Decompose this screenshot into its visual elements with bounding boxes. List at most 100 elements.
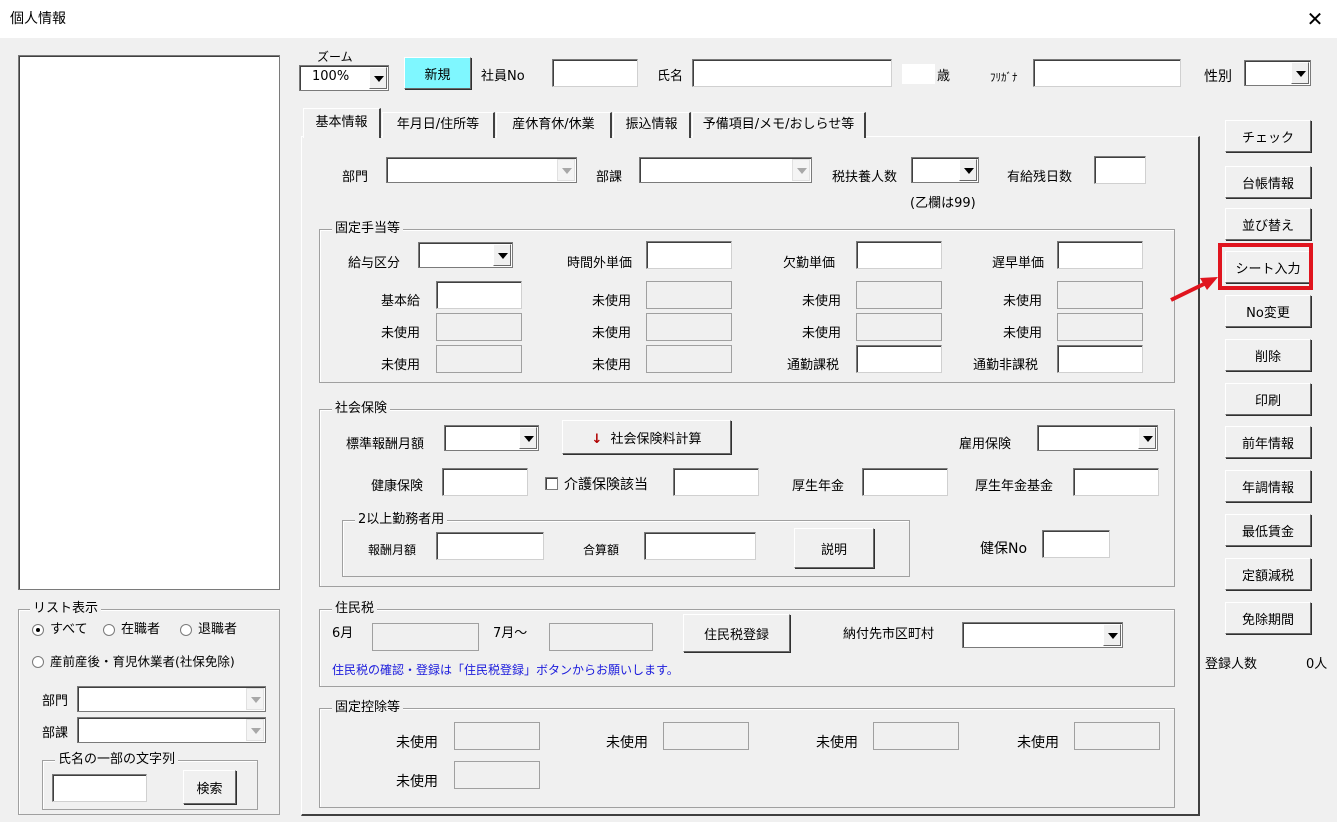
section-combo[interactable] (639, 157, 812, 183)
standard-monthly-combo[interactable] (444, 425, 539, 451)
municipality-combo[interactable] (962, 622, 1123, 648)
commute-nontaxable-label: 通勤非課税 (973, 358, 1039, 373)
min-wage-button[interactable]: 最低賃金 (1225, 514, 1311, 546)
check-button[interactable]: チェック (1225, 120, 1311, 152)
gender-label: 性別 (1204, 69, 1232, 85)
base-pay-input[interactable] (436, 281, 522, 309)
unused-label: 未使用 (606, 735, 648, 751)
furigana-input[interactable] (1033, 59, 1181, 87)
monthly-pay-label: 報酬月額 (368, 543, 417, 557)
unused-input (663, 722, 749, 750)
late-rate-label: 遅早単価 (992, 256, 1045, 271)
age-value (902, 64, 935, 84)
pension-fund-input[interactable] (1073, 468, 1159, 496)
paid-leave-input[interactable] (1094, 156, 1146, 184)
commute-taxable-label: 通勤課税 (787, 358, 840, 373)
social-insurance-calc-button[interactable]: ↓ 社会保険料計算 (562, 420, 731, 454)
zoom-value: 100% (312, 69, 350, 84)
fixed-tax-cut-button[interactable]: 定額減税 (1225, 558, 1311, 590)
health-ins-input[interactable] (442, 468, 528, 496)
care-ins-checkbox[interactable] (545, 477, 558, 490)
radio-all[interactable] (32, 624, 44, 636)
unused-label: 未使用 (592, 294, 632, 309)
tab-reserve-memo[interactable]: 予備項目/メモ/おしらせ等 (692, 112, 866, 138)
radio-employed[interactable] (103, 624, 115, 636)
employment-ins-combo[interactable] (1037, 425, 1158, 451)
delete-button[interactable]: 削除 (1225, 339, 1311, 371)
name-label: 氏名 (657, 69, 684, 84)
unused-label: 未使用 (816, 735, 858, 751)
zoom-combo[interactable]: 100% (299, 65, 389, 91)
year-end-button[interactable]: 年調情報 (1225, 470, 1311, 502)
unused-label: 未使用 (1003, 326, 1043, 341)
employment-ins-label: 雇用保険 (959, 437, 1012, 452)
municipality-label: 納付先市区町村 (843, 627, 935, 642)
unused-label: 未使用 (592, 358, 632, 373)
explain-button[interactable]: 説明 (794, 528, 874, 568)
unused-label: 未使用 (592, 326, 632, 341)
commute-taxable-input[interactable] (856, 345, 942, 373)
multi-employ-title: 2以上勤務者用 (355, 512, 448, 528)
name-search-input[interactable] (52, 774, 147, 802)
no-change-button[interactable]: No変更 (1225, 295, 1311, 327)
unused-input (1057, 281, 1143, 309)
employee-listbox[interactable] (18, 55, 280, 590)
radio-retired-label: 退職者 (198, 622, 238, 637)
dept-combo[interactable] (386, 157, 577, 183)
gender-combo[interactable] (1244, 60, 1311, 86)
dependents-combo[interactable] (911, 157, 979, 183)
radio-retired[interactable] (180, 624, 192, 636)
tab-maternity-leave[interactable]: 産休育休/休業 (496, 112, 612, 138)
pension-input[interactable] (862, 468, 948, 496)
base-pay-label: 基本給 (381, 294, 421, 309)
ledger-info-button[interactable]: 台帳情報 (1225, 166, 1311, 198)
resident-tax-register-button[interactable]: 住民税登録 (683, 614, 790, 652)
new-button[interactable]: 新規 (404, 57, 471, 89)
unused-input (454, 722, 540, 750)
print-button[interactable]: 印刷 (1225, 383, 1311, 415)
zoom-label: ズーム (317, 50, 353, 64)
pay-type-label: 給与区分 (348, 256, 401, 271)
overtime-rate-label: 時間外単価 (567, 256, 633, 271)
unused-label: 未使用 (802, 326, 842, 341)
filter-dept-combo[interactable] (77, 686, 266, 712)
unused-label: 未使用 (1003, 294, 1043, 309)
standard-monthly-label: 標準報酬月額 (346, 437, 425, 452)
overtime-rate-input[interactable] (646, 241, 732, 269)
tab-dates-address[interactable]: 年月日/住所等 (382, 112, 495, 138)
name-input[interactable] (692, 59, 892, 87)
close-icon[interactable]: ✕ (1300, 4, 1330, 34)
pay-type-combo[interactable] (418, 242, 513, 268)
exemption-period-button[interactable]: 免除期間 (1225, 602, 1311, 634)
late-rate-input[interactable] (1057, 241, 1143, 269)
unused-input (646, 313, 732, 341)
commute-nontaxable-input[interactable] (1057, 345, 1143, 373)
total-label: 合算額 (583, 543, 620, 557)
unused-label: 未使用 (381, 358, 421, 373)
dept-label: 部門 (342, 170, 369, 185)
registered-count-label: 登録人数 (1205, 657, 1258, 672)
care-ins-input[interactable] (673, 468, 759, 496)
monthly-pay-input[interactable] (436, 532, 544, 560)
care-ins-label: 介護保険該当 (564, 477, 648, 493)
unused-input (873, 722, 959, 750)
total-input[interactable] (644, 532, 756, 560)
prev-year-button[interactable]: 前年情報 (1225, 426, 1311, 458)
sort-button[interactable]: 並び替え (1225, 208, 1311, 240)
tab-basic-info[interactable]: 基本情報 (303, 108, 381, 138)
radio-leave[interactable] (32, 656, 44, 668)
employee-no-input[interactable] (552, 59, 638, 87)
filter-section-combo[interactable] (77, 717, 266, 743)
arrow-down-icon: ↓ (591, 431, 603, 447)
resident-tax-title: 住民税 (332, 601, 378, 617)
unused-label: 未使用 (1017, 735, 1059, 751)
dependents-label: 税扶養人数 (832, 170, 898, 185)
list-display-title: リスト表示 (30, 601, 102, 617)
health-no-input[interactable] (1042, 530, 1110, 558)
search-button[interactable]: 検索 (183, 770, 236, 804)
name-search-title: 氏名の一部の文字列 (55, 752, 179, 768)
absence-rate-input[interactable] (856, 241, 942, 269)
tab-transfer[interactable]: 振込情報 (613, 112, 691, 138)
unused-input (646, 281, 732, 309)
absence-rate-label: 欠勤単価 (783, 256, 836, 271)
